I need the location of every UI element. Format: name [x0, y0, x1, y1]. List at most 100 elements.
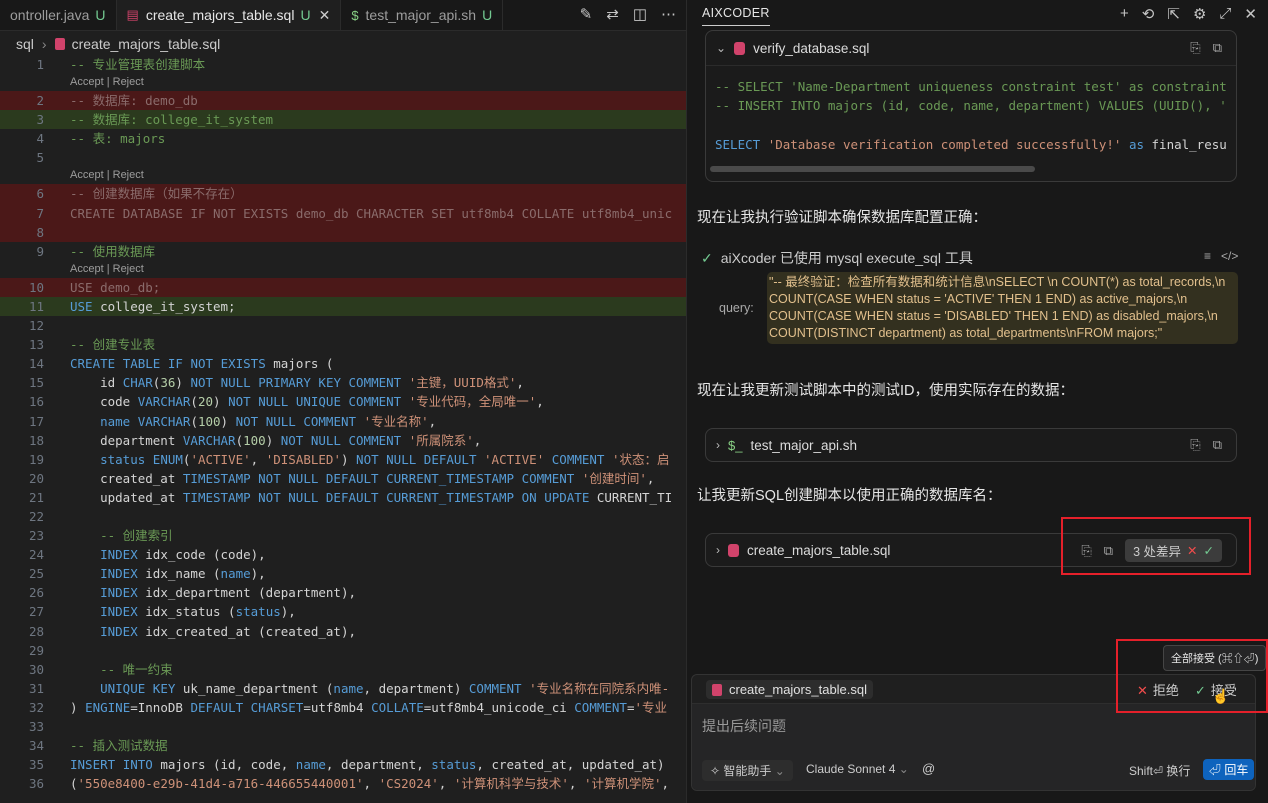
- close-icon[interactable]: ✕: [319, 7, 331, 24]
- reject-change-link[interactable]: Reject: [113, 76, 144, 88]
- chevron-right-icon: ›: [41, 36, 47, 52]
- line-number: 26: [28, 585, 44, 601]
- line-number: 32: [28, 699, 44, 715]
- line-number: 23: [28, 528, 44, 544]
- line-text: department VARCHAR(100) NOT NULL COMMENT…: [70, 432, 482, 448]
- split-editor-icon[interactable]: ◫: [633, 5, 647, 23]
- aixcoder-panel: AIXCODER + ⟲ ⇱ ⚙ ⤢ ✕ ⌄ verify_database.s…: [686, 0, 1268, 803]
- copy-icon[interactable]: ⧉: [1213, 437, 1222, 453]
- history-icon[interactable]: ⟲: [1142, 5, 1155, 23]
- test-major-api-card[interactable]: › $_ test_major_api.sh ⎘ ⧉: [705, 428, 1237, 462]
- line-text: -- 唯一约束: [70, 661, 173, 677]
- database-file-icon: [712, 683, 722, 696]
- code-line: 33: [0, 717, 686, 736]
- code-line: 5: [0, 148, 686, 167]
- code-icon[interactable]: </>: [1221, 249, 1238, 263]
- maximize-icon[interactable]: ⤢: [1219, 5, 1231, 23]
- insert-icon[interactable]: ⎘: [1190, 40, 1200, 56]
- gear-icon[interactable]: ⚙: [1193, 5, 1206, 23]
- chevron-right-icon[interactable]: ›: [716, 438, 720, 452]
- code-line: 36 ('550e8400-e29b-41d4-a716-446655440001…: [0, 774, 686, 793]
- code-line: 22: [0, 507, 686, 526]
- reject-change-link[interactable]: Reject: [113, 263, 144, 275]
- database-file-icon: ▤: [126, 7, 139, 22]
- mention-button[interactable]: @: [922, 761, 935, 776]
- code-line: 4 -- 表: majors: [0, 129, 686, 148]
- line-number: 14: [28, 356, 44, 372]
- sparkle-icon: ✧: [710, 764, 724, 778]
- chevron-down-icon: ⌄: [771, 764, 785, 778]
- accept-reject-codelens: Accept | Reject: [0, 167, 686, 184]
- code-line: 30 -- 唯一约束: [0, 660, 686, 679]
- card-header[interactable]: ⌄ verify_database.sql: [706, 31, 1236, 65]
- chat-input-placeholder: 提出后续问题: [702, 718, 786, 734]
- line-number: 34: [28, 738, 44, 754]
- chat-input[interactable]: 提出后续问题 ✧ 智能助手 ⌄ Claude Sonnet 4 ⌄ @ Shif…: [692, 703, 1255, 790]
- line-number: 19: [28, 451, 44, 467]
- code-editor[interactable]: 1 -- 专业管理表创建脚本 Accept | Reject 2 -- 数据库: dem…: [0, 55, 686, 793]
- breadcrumb-folder[interactable]: sql: [16, 36, 34, 52]
- panel-title[interactable]: AIXCODER: [702, 6, 770, 26]
- code-line: -- SELECT 'Name-Department uniqueness co…: [715, 79, 1227, 94]
- line-text: -- 数据库: college_it_system: [70, 112, 274, 128]
- identifier: final_resu: [1151, 137, 1227, 152]
- line-number: 11: [28, 298, 44, 314]
- line-text: INDEX idx_code (code),: [100, 547, 266, 563]
- card-filename: test_major_api.sh: [750, 437, 858, 453]
- code-line: 9 -- 使用数据库: [0, 242, 686, 261]
- line-number: 8: [36, 224, 44, 240]
- attached-file-chip[interactable]: create_majors_table.sql: [706, 680, 874, 699]
- horizontal-scrollbar[interactable]: [710, 166, 1035, 172]
- verify-database-card: ⌄ verify_database.sql ⎘ ⧉ -- SELECT 'Nam…: [705, 30, 1237, 182]
- line-number: 18: [28, 432, 44, 448]
- query-label: query:: [719, 301, 754, 315]
- model-selector[interactable]: Claude Sonnet 4 ⌄: [806, 762, 909, 776]
- accept-change-link[interactable]: Accept: [70, 76, 104, 88]
- line-number: 5: [36, 150, 44, 166]
- line-number: 13: [28, 337, 44, 353]
- close-icon[interactable]: ✕: [1244, 5, 1257, 23]
- plus-icon[interactable]: +: [1120, 5, 1129, 23]
- pencil-icon[interactable]: ✎: [580, 5, 593, 23]
- line-text: INDEX idx_name (name),: [100, 566, 266, 582]
- line-number: 28: [28, 623, 44, 639]
- accept-change-link[interactable]: Accept: [70, 169, 104, 181]
- line-number: 4: [36, 131, 44, 147]
- mode-selector[interactable]: ✧ 智能助手 ⌄: [702, 760, 793, 781]
- compare-changes-icon[interactable]: ⇄: [606, 5, 619, 23]
- line-number: 15: [28, 375, 44, 391]
- list-icon[interactable]: ≡: [1204, 249, 1211, 263]
- check-icon: ✓: [701, 250, 713, 266]
- line-text: USE college_it_system;: [70, 298, 236, 314]
- line-text: ) ENGINE=InnoDB DEFAULT CHARSET=utf8mb4 …: [70, 699, 668, 715]
- line-text: UNIQUE KEY uk_name_department (name, dep…: [100, 680, 670, 696]
- deleted-code-line: 8: [0, 222, 686, 242]
- tool-use-status: ✓ aiXcoder 已使用 mysql execute_sql 工具: [701, 248, 973, 268]
- line-text: -- 数据库: demo_db: [70, 93, 198, 109]
- line-text: CREATE TABLE IF NOT EXISTS majors (: [70, 356, 334, 372]
- line-text: created_at TIMESTAMP NOT NULL DEFAULT CU…: [70, 470, 655, 486]
- tool-actions: ≡ </>: [1204, 249, 1238, 263]
- send-button[interactable]: ⏎ 回车: [1203, 759, 1255, 780]
- more-icon[interactable]: ⋯: [661, 5, 676, 23]
- tab-controller-java[interactable]: ontroller.java U: [0, 0, 117, 30]
- chevron-down-icon[interactable]: ⌄: [716, 41, 726, 55]
- insert-icon[interactable]: ⎘: [1190, 437, 1200, 453]
- tab-label: test_major_api.sh: [365, 7, 477, 23]
- line-text: -- 插入测试数据: [70, 738, 168, 754]
- line-text: -- 创建专业表: [70, 337, 156, 353]
- line-text: -- 创建数据库（如果不存在）: [70, 186, 243, 202]
- tab-create-majors-table-sql[interactable]: ▤ create_majors_table.sql U ✕: [116, 0, 342, 30]
- line-text: INDEX idx_department (department),: [100, 585, 356, 601]
- accept-change-link[interactable]: Accept: [70, 263, 104, 275]
- open-external-icon[interactable]: ⇱: [1167, 5, 1180, 23]
- chevron-right-icon[interactable]: ›: [716, 543, 720, 557]
- reject-change-link[interactable]: Reject: [113, 169, 144, 181]
- copy-icon[interactable]: ⧉: [1213, 40, 1222, 56]
- assistant-message: 让我更新SQL创建脚本以使用正确的数据库名：: [697, 488, 1002, 504]
- card-filename: create_majors_table.sql: [747, 542, 891, 558]
- card-header[interactable]: › $_ test_major_api.sh: [706, 429, 1236, 461]
- tab-test-major-api-sh[interactable]: $ test_major_api.sh U: [341, 0, 504, 30]
- breadcrumb-file[interactable]: create_majors_table.sql: [72, 36, 221, 52]
- code-line: 24 INDEX idx_code (code),: [0, 545, 686, 564]
